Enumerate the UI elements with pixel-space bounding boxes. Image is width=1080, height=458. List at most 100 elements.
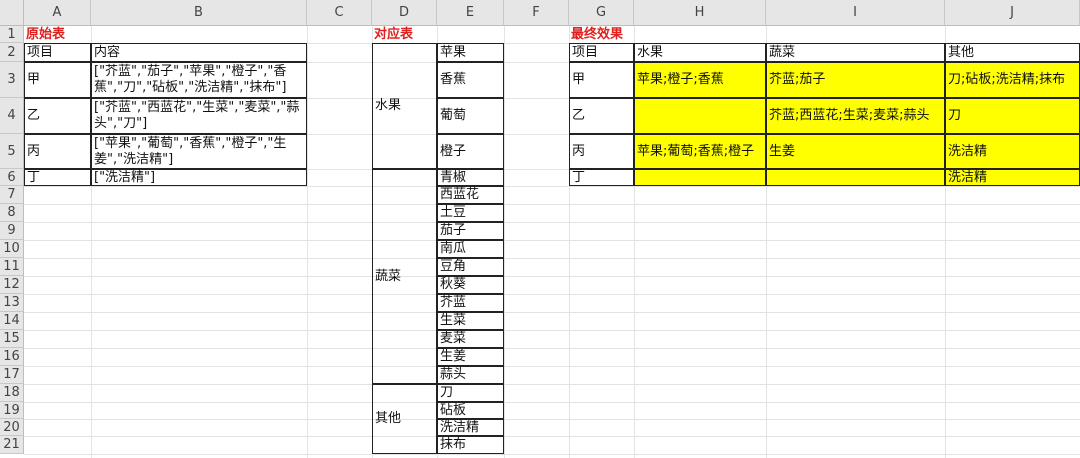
table3-veg-cell[interactable]: 芥蓝;西蓝花;生菜;麦菜;蒜头 (766, 98, 945, 134)
table3-title[interactable]: 最终效果 (569, 26, 634, 43)
table1-item-cell[interactable]: 乙 (24, 98, 91, 134)
row-header-18[interactable]: 18 (0, 384, 24, 402)
table2-item-cell[interactable]: 抹布 (437, 436, 504, 454)
table2-category-cell[interactable]: 水果 (372, 43, 437, 169)
table2-item-cell[interactable]: 苹果 (437, 43, 504, 62)
column-header-G[interactable]: G (569, 0, 634, 26)
row-header-17[interactable]: 17 (0, 366, 24, 384)
gridline-horizontal (24, 419, 1080, 420)
row-header-1[interactable]: 1 (0, 26, 24, 43)
table3-header-cell[interactable]: 水果 (634, 43, 766, 62)
table2-item-cell[interactable]: 土豆 (437, 204, 504, 222)
table2-item-cell[interactable]: 砧板 (437, 402, 504, 419)
table3-header-cell[interactable]: 其他 (945, 43, 1080, 62)
column-header-F[interactable]: F (504, 0, 569, 26)
table1-header-content[interactable]: 内容 (91, 43, 307, 62)
row-header-10[interactable]: 10 (0, 240, 24, 258)
table3-item-cell[interactable]: 丁 (569, 169, 634, 186)
table2-item-cell[interactable]: 生姜 (437, 348, 504, 366)
table1-content-cell[interactable]: ["芥蓝","西蓝花","生菜","麦菜","蒜头","刀"] (91, 98, 307, 134)
gridline-horizontal (24, 312, 1080, 313)
table3-item-cell[interactable]: 甲 (569, 62, 634, 98)
table2-item-cell[interactable]: 秋葵 (437, 276, 504, 294)
row-header-16[interactable]: 16 (0, 348, 24, 366)
table3-veg-cell[interactable] (766, 169, 945, 186)
table1-item-cell[interactable]: 甲 (24, 62, 91, 98)
row-header-12[interactable]: 12 (0, 276, 24, 294)
table2-item-cell[interactable]: 蒜头 (437, 366, 504, 384)
gridline-horizontal (24, 402, 1080, 403)
table1-title[interactable]: 原始表 (24, 26, 91, 43)
table1-item-cell[interactable]: 丁 (24, 169, 91, 186)
table2-item-cell[interactable]: 麦菜 (437, 330, 504, 348)
table3-other-cell[interactable]: 洗洁精 (945, 134, 1080, 169)
table3-header-cell[interactable]: 蔬菜 (766, 43, 945, 62)
gridline-horizontal (24, 258, 1080, 259)
table2-item-cell[interactable]: 南瓜 (437, 240, 504, 258)
gridline-vertical (504, 26, 505, 458)
row-header-21[interactable]: 21 (0, 436, 24, 454)
table3-item-cell[interactable]: 丙 (569, 134, 634, 169)
table3-header-cell[interactable]: 项目 (569, 43, 634, 62)
column-header-E[interactable]: E (437, 0, 504, 26)
spreadsheet[interactable]: A B C D E F G H I J 1 2 3 4 5 6 7 8 9 10 11 12 13 14 15 16 17 18 19 2… (0, 0, 1080, 458)
column-header-J[interactable]: J (945, 0, 1080, 26)
table3-other-cell[interactable]: 刀 (945, 98, 1080, 134)
column-header-C[interactable]: C (307, 0, 372, 26)
table1-item-cell[interactable]: 丙 (24, 134, 91, 169)
table3-fruit-cell[interactable]: 苹果;葡萄;香蕉;橙子 (634, 134, 766, 169)
table3-other-cell[interactable]: 洗洁精 (945, 169, 1080, 186)
table2-item-cell[interactable]: 芥蓝 (437, 294, 504, 312)
gridline-horizontal (24, 330, 1080, 331)
table1-content-cell[interactable]: ["苹果","葡萄","香蕉","橙子","生姜","洗洁精"] (91, 134, 307, 169)
column-header-A[interactable]: A (24, 0, 91, 26)
gridline-horizontal (24, 454, 1080, 455)
table1-content-cell[interactable]: ["芥蓝","茄子","苹果","橙子","香蕉","刀","砧板","洗洁精"… (91, 62, 307, 98)
table3-other-cell[interactable]: 刀;砧板;洗洁精;抹布 (945, 62, 1080, 98)
row-header-20[interactable]: 20 (0, 419, 24, 436)
table1-header-item[interactable]: 项目 (24, 43, 91, 62)
table2-title[interactable]: 对应表 (372, 26, 437, 43)
column-header-I[interactable]: I (766, 0, 945, 26)
table2-item-cell[interactable]: 橙子 (437, 134, 504, 169)
table2-category-cell[interactable]: 蔬菜 (372, 169, 437, 384)
gridline-vertical (307, 26, 308, 458)
row-header-5[interactable]: 5 (0, 134, 24, 169)
row-header-4[interactable]: 4 (0, 98, 24, 134)
table2-item-cell[interactable]: 豆角 (437, 258, 504, 276)
table1-content-cell[interactable]: ["洗洁精"] (91, 169, 307, 186)
gridline-horizontal (24, 276, 1080, 277)
row-header-14[interactable]: 14 (0, 312, 24, 330)
gridline-horizontal (24, 204, 1080, 205)
table3-veg-cell[interactable]: 芥蓝;茄子 (766, 62, 945, 98)
row-header-2[interactable]: 2 (0, 43, 24, 62)
row-header-8[interactable]: 8 (0, 204, 24, 222)
table3-veg-cell[interactable]: 生姜 (766, 134, 945, 169)
select-all-corner[interactable] (0, 0, 24, 26)
table2-item-cell[interactable]: 香蕉 (437, 62, 504, 98)
row-header-3[interactable]: 3 (0, 62, 24, 98)
table2-item-cell[interactable]: 生菜 (437, 312, 504, 330)
table2-category-cell[interactable]: 其他 (372, 384, 437, 454)
row-header-9[interactable]: 9 (0, 222, 24, 240)
column-header-B[interactable]: B (91, 0, 307, 26)
table2-item-cell[interactable]: 青椒 (437, 169, 504, 186)
gridline-horizontal (24, 348, 1080, 349)
table3-fruit-cell[interactable] (634, 98, 766, 134)
row-header-7[interactable]: 7 (0, 186, 24, 204)
table2-item-cell[interactable]: 茄子 (437, 222, 504, 240)
table2-item-cell[interactable]: 刀 (437, 384, 504, 402)
table2-item-cell[interactable]: 葡萄 (437, 98, 504, 134)
table3-fruit-cell[interactable]: 苹果;橙子;香蕉 (634, 62, 766, 98)
table3-item-cell[interactable]: 乙 (569, 98, 634, 134)
row-header-11[interactable]: 11 (0, 258, 24, 276)
table2-item-cell[interactable]: 西蓝花 (437, 186, 504, 204)
table3-fruit-cell[interactable] (634, 169, 766, 186)
column-header-D[interactable]: D (372, 0, 437, 26)
table2-item-cell[interactable]: 洗洁精 (437, 419, 504, 436)
column-header-H[interactable]: H (634, 0, 766, 26)
row-header-19[interactable]: 19 (0, 402, 24, 419)
row-header-6[interactable]: 6 (0, 169, 24, 186)
row-header-13[interactable]: 13 (0, 294, 24, 312)
row-header-15[interactable]: 15 (0, 330, 24, 348)
